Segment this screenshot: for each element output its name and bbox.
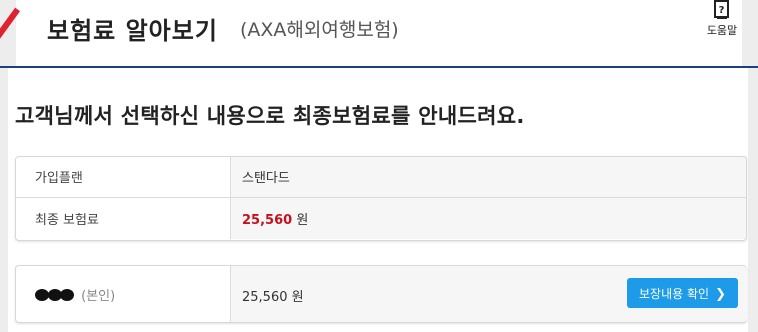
premium-unit: 원 [296,213,309,228]
plan-label: 가입플랜 [15,156,231,198]
main-content: 고객님께서 선택하신 내용으로 최종보험료를 안내드려요. 가입플랜 스탠다드 … [0,68,758,332]
svg-text:?: ? [719,5,725,16]
help-button[interactable]: ? 도움말 [704,0,740,40]
insured-amount-wrap: 25,560 원 [242,286,304,305]
plan-row: 가입플랜 스탠다드 [15,156,747,198]
premium-amount: 25,560 [242,213,293,228]
page-title: 보험료 알아보기 [47,17,218,45]
plan-value: 스탠다드 [230,156,747,198]
insured-value-cell: 25,560 원 보장내용 확인 ❯ [230,266,747,322]
content-left-gutter [0,68,8,332]
premium-summary-table: 가입플랜 스탠다드 최종 보험료 25,560 원 [15,156,747,239]
coverage-details-label: 보장내용 확인 [639,286,710,301]
content-right-gutter [748,68,758,332]
premium-row: 최종 보험료 25,560 원 [15,197,747,239]
coverage-details-button[interactable]: 보장내용 확인 ❯ [627,278,738,308]
insured-name: (본인) [35,285,115,304]
masked-name-icon [35,288,74,301]
premium-label: 최종 보험료 [35,213,99,228]
chevron-right-icon: ❯ [715,286,726,302]
insured-relation: (본인) [81,289,116,304]
page-subtitle: (AXA해외여행보험) [240,19,399,41]
right-gutter [742,0,758,67]
help-label: 도움말 [706,24,738,37]
insured-person-row: (본인) 25,560 원 보장내용 확인 ❯ [15,265,747,323]
help-book-icon: ? [714,0,729,19]
premium-value-cell: 25,560 원 [230,197,747,239]
page-header: 보험료 알아보기 (AXA해외여행보험) ? 도움말 [0,0,758,68]
insured-unit: 원 [291,290,304,305]
insured-amount: 25,560 [242,290,288,305]
premium-notice: 고객님께서 선택하신 내용으로 최종보험료를 안내드려요. [15,104,525,128]
